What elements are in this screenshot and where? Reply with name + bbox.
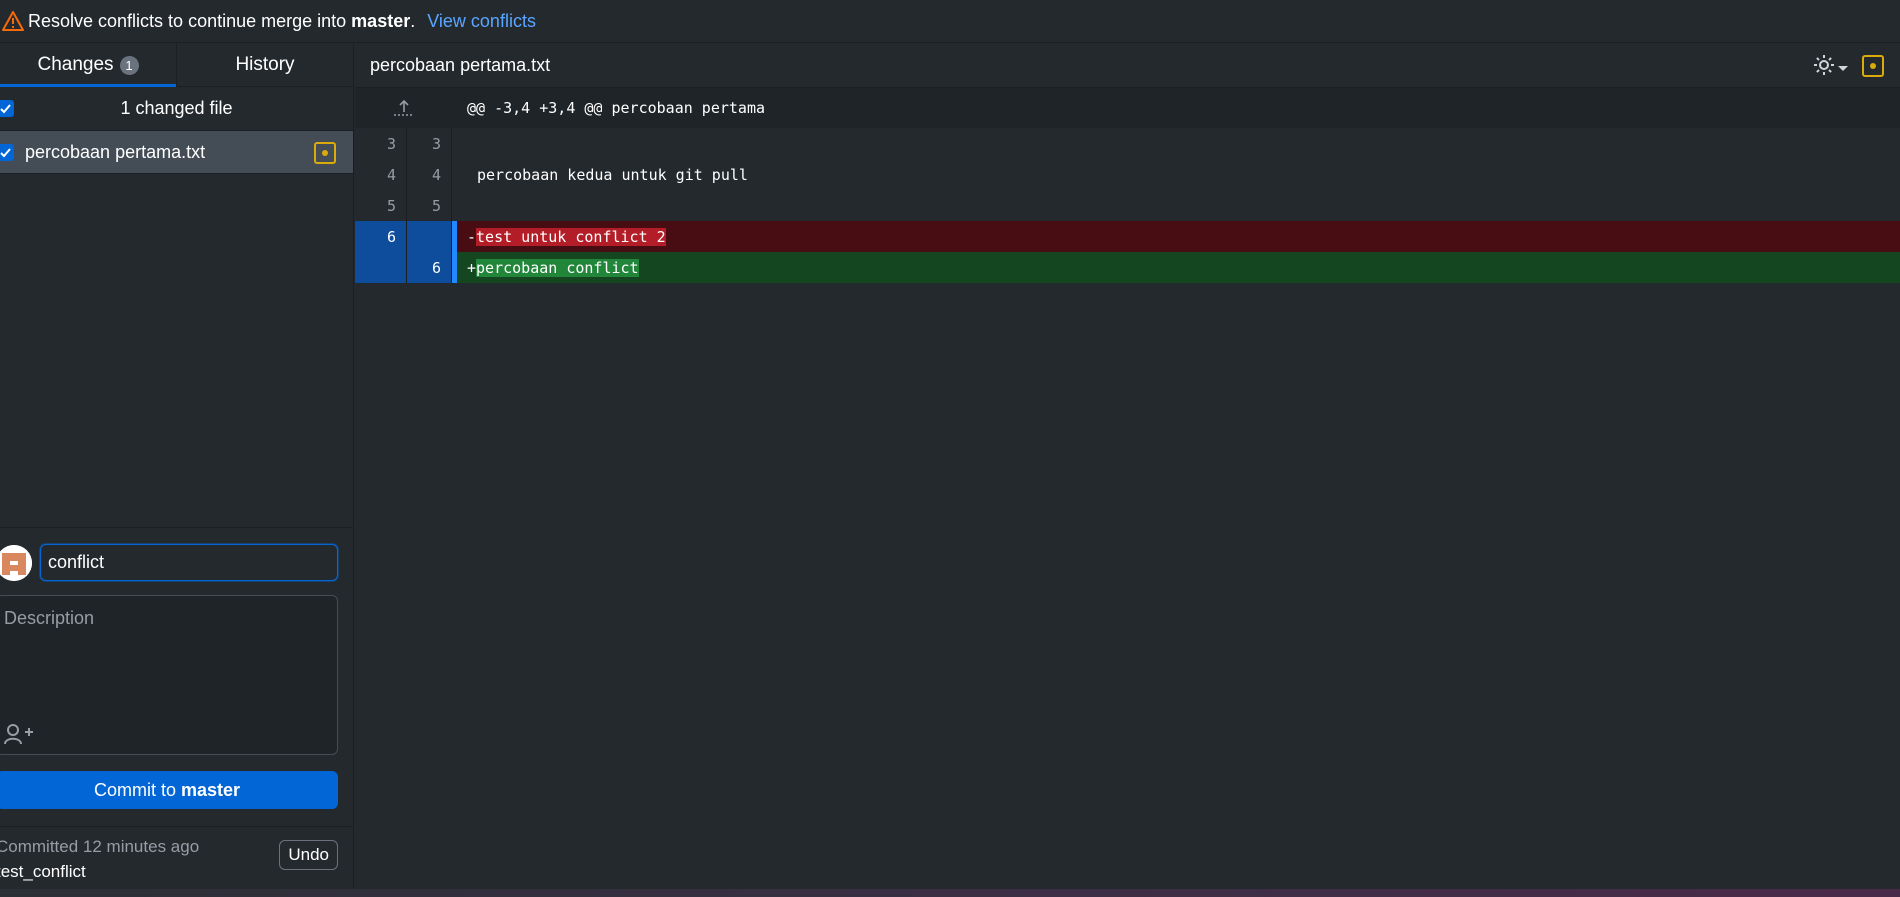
new-line-number: 3 bbox=[407, 128, 452, 159]
diff-content: @@ -3,4 +3,4 @@ percobaan pertama 3 3 4 … bbox=[355, 88, 1900, 283]
commit-description-field[interactable]: Description bbox=[0, 595, 338, 755]
avatar bbox=[0, 545, 32, 581]
gear-icon bbox=[1812, 53, 1836, 82]
diff-settings-button[interactable] bbox=[1812, 53, 1850, 82]
new-line-number bbox=[407, 221, 452, 252]
diff-view: percobaan pertama.txt @@ -3,4 +3,4 @@ pe… bbox=[355, 44, 1900, 889]
file-name: percobaan pertama.txt bbox=[25, 141, 206, 162]
last-commit-message: test_conflict bbox=[0, 862, 86, 881]
modified-status-icon bbox=[314, 142, 336, 164]
old-line-number: 4 bbox=[355, 159, 407, 190]
line-text bbox=[457, 128, 1900, 159]
last-commit-time: Committed 12 minutes ago bbox=[0, 837, 200, 856]
commit-summary-input[interactable] bbox=[40, 544, 338, 581]
old-line-number bbox=[355, 252, 407, 283]
window-bottom-edge bbox=[0, 889, 1900, 897]
chevron-down-icon bbox=[1836, 57, 1850, 78]
changes-count-badge: 1 bbox=[119, 55, 139, 75]
added-text: percobaan conflict bbox=[476, 258, 639, 277]
undo-button[interactable]: Undo bbox=[279, 840, 338, 870]
description-placeholder: Description bbox=[4, 608, 95, 628]
banner-text: Resolve conflicts to continue merge into… bbox=[28, 10, 416, 31]
file-checkbox[interactable] bbox=[0, 144, 14, 161]
banner-branch: master bbox=[351, 10, 411, 31]
hunk-header: @@ -3,4 +3,4 @@ percobaan pertama bbox=[467, 99, 766, 117]
diff-line-addition[interactable]: 6 + percobaan conflict bbox=[355, 252, 1900, 283]
tab-history[interactable]: History bbox=[176, 44, 353, 86]
last-commit-info: Committed 12 minutes ago test_conflict U… bbox=[0, 826, 353, 890]
diff-header: percobaan pertama.txt bbox=[355, 44, 1900, 88]
diff-line-context[interactable]: 5 5 bbox=[355, 190, 1900, 221]
add-coauthor-icon[interactable] bbox=[3, 722, 33, 746]
old-line-number: 6 bbox=[355, 221, 407, 252]
diff-line-context[interactable]: 3 3 bbox=[355, 128, 1900, 159]
changed-files-header: 1 changed file bbox=[0, 87, 353, 131]
diff-line-deletion[interactable]: 6 - test untuk conflict 2 bbox=[355, 221, 1900, 252]
hunk-header-row: @@ -3,4 +3,4 @@ percobaan pertama bbox=[355, 88, 1900, 128]
merge-conflict-banner: Resolve conflicts to continue merge into… bbox=[0, 0, 1900, 43]
modified-status-icon bbox=[1862, 55, 1884, 77]
commit-message-area: Description Commit to master Committed 1… bbox=[0, 527, 353, 889]
old-line-number: 5 bbox=[355, 190, 407, 221]
new-line-number: 6 bbox=[407, 252, 452, 283]
diff-file-name: percobaan pertama.txt bbox=[370, 55, 551, 75]
tab-changes[interactable]: Changes 1 bbox=[0, 44, 176, 87]
changed-files-count: 1 changed file bbox=[120, 98, 233, 118]
expand-up-icon[interactable] bbox=[355, 98, 452, 118]
warning-icon bbox=[0, 8, 26, 34]
new-line-number: 5 bbox=[407, 190, 452, 221]
view-conflicts-link[interactable]: View conflicts bbox=[427, 11, 536, 32]
sidebar-tabs: Changes 1 History bbox=[0, 44, 353, 87]
commit-button[interactable]: Commit to master bbox=[0, 771, 338, 809]
new-line-number: 4 bbox=[407, 159, 452, 190]
line-text: + percobaan conflict bbox=[467, 258, 639, 277]
line-text bbox=[457, 190, 1900, 221]
line-text: percobaan kedua untuk git pull bbox=[477, 165, 748, 184]
select-all-checkbox[interactable] bbox=[0, 100, 14, 117]
old-line-number: 3 bbox=[355, 128, 407, 159]
diff-line-context[interactable]: 4 4 percobaan kedua untuk git pull bbox=[355, 159, 1900, 190]
line-text: - test untuk conflict 2 bbox=[467, 227, 666, 246]
deleted-text: test untuk conflict 2 bbox=[476, 227, 666, 246]
sidebar: Changes 1 History 1 changed file percoba… bbox=[0, 44, 354, 889]
file-list-item[interactable]: percobaan pertama.txt bbox=[0, 131, 353, 174]
